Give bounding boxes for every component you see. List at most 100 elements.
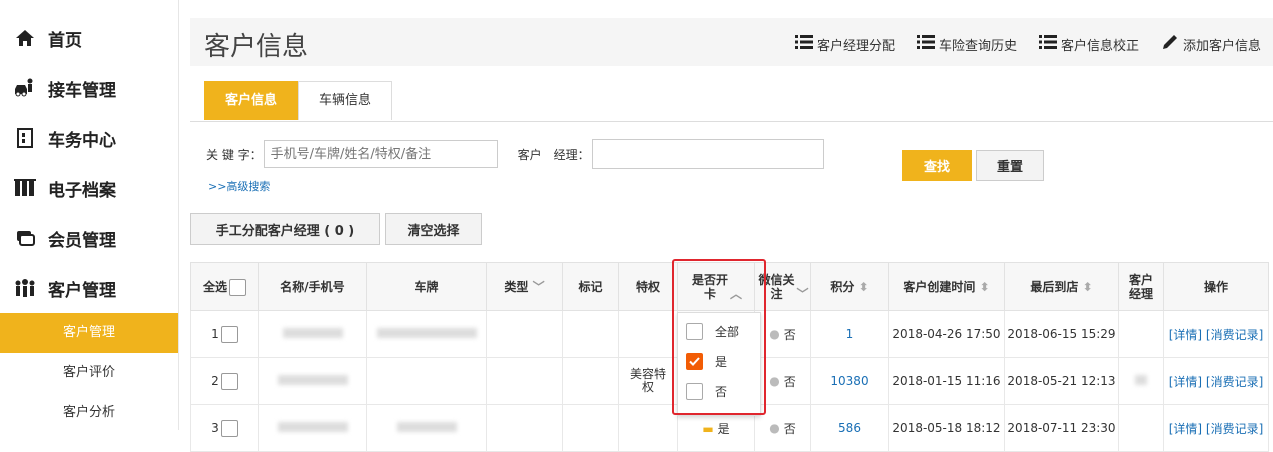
card-header[interactable]: 是否开卡 ︿ <box>677 262 755 311</box>
pencil-icon <box>1161 33 1179 55</box>
sidebar: 首页 接车管理 车务中心 电子档案 会员管理 客户管理 客户管理 客户评价 客户… <box>0 0 179 430</box>
wechat-icon: ● <box>769 374 780 388</box>
records-link[interactable]: [消费记录] <box>1206 328 1263 342</box>
option-checkbox[interactable] <box>686 323 703 340</box>
correct-info-button[interactable]: 客户信息校正 <box>1038 33 1139 55</box>
page-title: 客户信息 <box>204 32 309 62</box>
detail-link[interactable]: [详情] <box>1169 328 1202 342</box>
sort-icon: ⬍ <box>979 280 990 294</box>
type-label: 类型 <box>504 280 529 294</box>
home-icon <box>14 27 36 49</box>
wechat-value: 否 <box>783 327 796 342</box>
sidebar-item-car-reception[interactable]: 接车管理 <box>0 63 178 113</box>
points-cell: 586 <box>810 404 889 452</box>
records-link[interactable]: [消费记录] <box>1206 422 1263 436</box>
row-index: 3 <box>211 420 219 435</box>
card-value: 是 <box>717 421 730 436</box>
assign-manager-button[interactable]: 客户经理分配 <box>794 33 895 55</box>
wechat-icon: ● <box>769 421 780 435</box>
manager-input[interactable] <box>591 139 824 169</box>
advanced-search-link[interactable]: >>高级搜索 <box>208 178 270 194</box>
option-checkbox-checked[interactable] <box>686 353 703 370</box>
sidebar-subitem-customer-management[interactable]: 客户管理 <box>0 313 178 353</box>
card-filter-option-yes[interactable]: 是 <box>686 353 727 370</box>
wechat-cell: ● 否 <box>754 310 811 358</box>
redacted-name <box>277 422 348 432</box>
manager-header-label: 客户经理 <box>1128 272 1153 301</box>
privilege-value: 美容特权 <box>629 367 666 394</box>
wechat-cell: ● 否 <box>754 357 811 405</box>
add-customer-button[interactable]: 添加客户信息 <box>1161 33 1261 55</box>
search-button[interactable]: 查找 <box>902 150 972 181</box>
option-label: 全部 <box>715 325 740 339</box>
manager-cell <box>1118 357 1164 405</box>
detail-link[interactable]: [详情] <box>1169 422 1202 436</box>
detail-link[interactable]: [详情] <box>1169 375 1202 389</box>
privilege-cell <box>618 310 678 358</box>
option-checkbox[interactable] <box>686 383 703 400</box>
row-index: 1 <box>211 326 219 341</box>
select-all-checkbox[interactable] <box>229 278 246 296</box>
redacted-name <box>277 375 348 385</box>
tab-vehicle-info[interactable]: 车辆信息 <box>298 81 393 120</box>
reset-button[interactable]: 重置 <box>976 150 1044 181</box>
insurance-history-label: 车险查询历史 <box>938 38 1017 54</box>
insurance-history-button[interactable]: 车险查询历史 <box>916 33 1017 55</box>
actions-cell: [详情] [消费记录] <box>1163 310 1269 358</box>
list-icon <box>794 34 813 54</box>
tab-customer-info[interactable]: 客户信息 <box>204 81 299 120</box>
customers-icon <box>14 277 36 299</box>
keyword-input[interactable] <box>263 140 498 168</box>
row-checkbox[interactable] <box>220 325 238 343</box>
sort-icon: ⬍ <box>858 280 869 294</box>
sidebar-item-service-center[interactable]: 车务中心 <box>0 113 178 163</box>
privilege-cell <box>618 404 678 452</box>
sidebar-item-members[interactable]: 会员管理 <box>0 213 178 263</box>
name-cell <box>258 357 367 405</box>
sidebar-item-customers[interactable]: 客户管理 <box>0 263 178 313</box>
select-all-header[interactable]: 全选 <box>190 262 259 311</box>
sidebar-item-label: 接车管理 <box>48 80 116 101</box>
actions-cell: [详情] [消费记录] <box>1163 404 1269 452</box>
row-index: 2 <box>211 373 219 388</box>
plate-cell <box>366 404 487 452</box>
member-card-icon <box>14 227 36 249</box>
row-select-cell[interactable]: 2 <box>190 357 259 405</box>
type-cell <box>486 310 563 358</box>
sidebar-subitem-customer-reviews[interactable]: 客户评价 <box>0 353 178 393</box>
chevron-down-icon: ﹀ <box>796 286 809 301</box>
archive-icon <box>14 177 36 199</box>
row-select-cell[interactable]: 3 <box>190 404 259 452</box>
card-filter-option-all[interactable]: 全部 <box>686 323 739 340</box>
checkmark-icon <box>689 357 700 366</box>
name-cell <box>258 310 367 358</box>
sidebar-item-label: 电子档案 <box>48 180 116 201</box>
row-select-cell[interactable]: 1 <box>190 310 259 358</box>
correct-info-label: 客户信息校正 <box>1060 38 1139 54</box>
records-link[interactable]: [消费记录] <box>1206 375 1263 389</box>
actions-cell: [详情] [消费记录] <box>1163 357 1269 405</box>
created-header[interactable]: 客户创建时间 ⬍ <box>888 262 1005 311</box>
sidebar-item-home[interactable]: 首页 <box>0 13 178 63</box>
card-filter-option-no[interactable]: 否 <box>686 383 727 400</box>
type-header[interactable]: 类型 ﹀ <box>486 262 563 311</box>
points-header[interactable]: 积分 ⬍ <box>810 262 889 311</box>
tab-bar: 客户信息 车辆信息 <box>204 81 393 121</box>
wechat-label: 微信关注 <box>758 272 795 301</box>
wechat-header[interactable]: 微信关注 ﹀ <box>754 262 811 311</box>
add-customer-label: 添加客户信息 <box>1182 38 1261 54</box>
plate-cell <box>366 357 487 405</box>
row-checkbox[interactable] <box>220 372 238 390</box>
sidebar-subitem-customer-analysis[interactable]: 客户分析 <box>0 393 178 433</box>
last-visit-cell: 2018-05-21 12:13 <box>1004 357 1119 405</box>
sidebar-item-archive[interactable]: 电子档案 <box>0 163 178 213</box>
plate-cell <box>366 310 487 358</box>
privilege-header: 特权 <box>618 262 678 311</box>
clear-selection-button[interactable]: 清空选择 <box>385 213 482 245</box>
card-icon: ▬ <box>702 421 714 436</box>
last-visit-header[interactable]: 最后到店 ⬍ <box>1004 262 1119 311</box>
wechat-cell: ● 否 <box>754 404 811 452</box>
actions-header: 操作 <box>1163 262 1269 311</box>
row-checkbox[interactable] <box>220 419 238 437</box>
assign-manager-manual-button[interactable]: 手工分配客户经理 ( 0 ) <box>190 213 380 245</box>
